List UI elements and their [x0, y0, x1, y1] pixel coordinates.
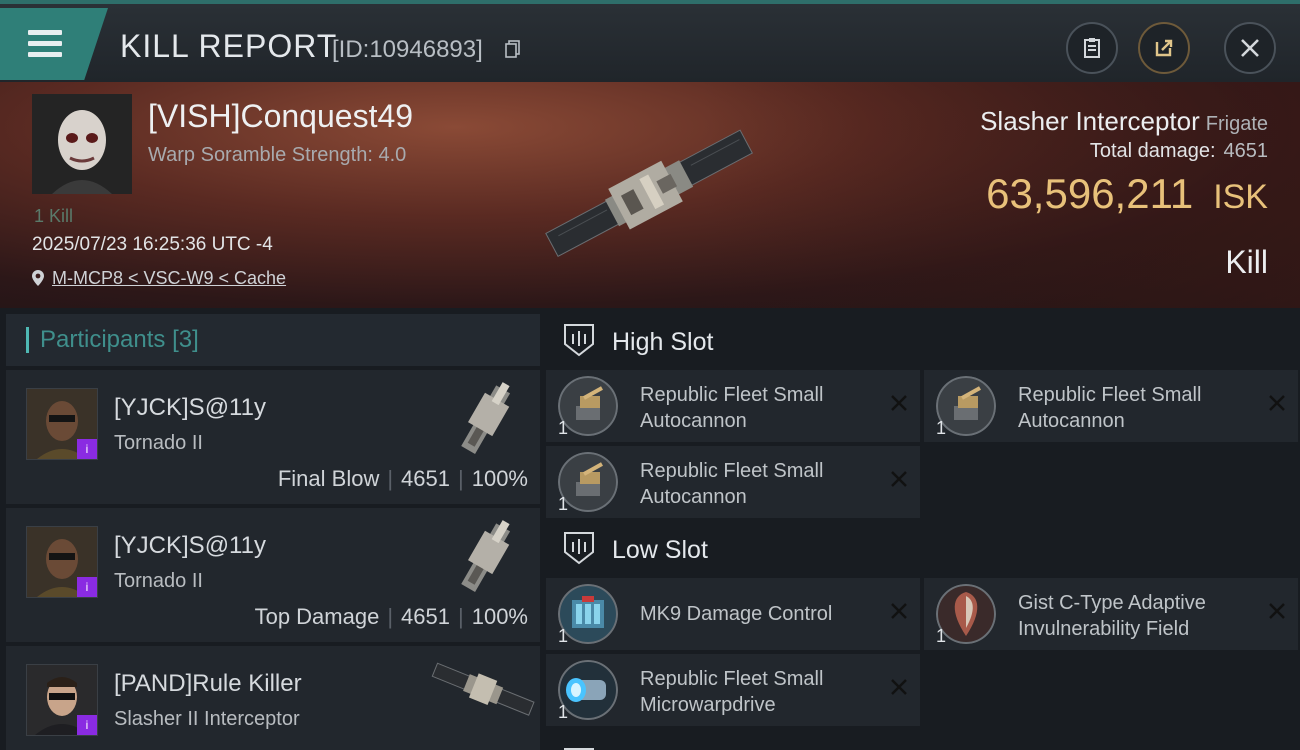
module-item[interactable]: 1 Republic Fleet Small Autocannon — [546, 370, 920, 442]
participant-name[interactable]: [PAND]Rule Killer — [114, 670, 302, 698]
total-damage-label: Total damage: — [1089, 140, 1216, 162]
module-name: Republic Fleet Small Autocannon — [640, 460, 824, 508]
menu-icon — [28, 30, 62, 58]
module-quantity: 1 — [936, 418, 947, 438]
remove-x-icon[interactable] — [1266, 600, 1288, 622]
module-quantity: 1 — [558, 702, 569, 722]
copy-icon[interactable] — [505, 40, 521, 58]
kill-timestamp: 2025/07/23 16:25:36 UTC -4 — [32, 234, 273, 255]
close-button[interactable] — [1224, 22, 1276, 74]
low-slot-title: Low Slot — [612, 536, 708, 564]
module-name: Republic Fleet Small Microwarpdrive — [640, 668, 824, 716]
module-quantity: 1 — [558, 418, 569, 438]
participant-percent: 100% — [471, 604, 528, 629]
participant-row[interactable]: i [YJCK]S@11y Tornado II Top Damage | 4651… — [6, 508, 540, 642]
high-slot-title: High Slot — [612, 328, 714, 356]
ship-name: Slasher Interceptor — [980, 106, 1200, 136]
slot-icon — [564, 532, 594, 565]
remove-x-icon[interactable] — [888, 468, 910, 490]
pilot-badge-icon: i — [77, 439, 97, 459]
top-bar: KILL REPORT [ID:10946893] — [0, 0, 1300, 82]
report-id: [ID:10946893] — [332, 36, 483, 63]
participant-stats: Top Damage | 4651 | 100% — [254, 604, 528, 629]
location-text: M-MCP8 < VSC-W9 < Cache — [52, 268, 287, 288]
victim-banner: [VISH]Conquest49 Warp Soramble Strength:… — [0, 82, 1300, 308]
total-damage-value: 4651 — [1223, 140, 1269, 162]
avatar[interactable]: i — [26, 526, 98, 598]
total-damage: Total damage: 4651 — [1090, 140, 1268, 163]
participants-count: [3] — [172, 326, 199, 353]
participants-header: Participants [3] — [6, 314, 540, 366]
module-item[interactable]: 1 MK9 Damage Control — [546, 578, 920, 650]
remove-x-icon[interactable] — [888, 676, 910, 698]
clipboard-button[interactable] — [1066, 22, 1118, 74]
fittings-panel: High Slot 1 Republic Fleet Small Autocann… — [546, 314, 1300, 750]
participant-ship-image — [461, 382, 511, 454]
menu-button[interactable] — [0, 8, 108, 80]
remove-x-icon[interactable] — [888, 600, 910, 622]
isk-unit: ISK — [1213, 178, 1268, 216]
participant-role: Final Blow — [277, 466, 380, 491]
remove-x-icon[interactable] — [1266, 392, 1288, 414]
participant-ship-image — [431, 662, 535, 716]
participant-percent: 100% — [471, 466, 528, 491]
participant-stats: Final Blow | 4651 | 100% — [277, 466, 528, 491]
module-item[interactable]: 1 Republic Fleet Small Autocannon — [924, 370, 1298, 442]
participant-name[interactable]: [YJCK]S@11y — [114, 394, 266, 422]
slot-icon — [564, 748, 594, 750]
next-slot-header — [546, 738, 1300, 750]
close-icon — [1241, 39, 1259, 57]
participant-ship: Slasher II Interceptor — [114, 708, 300, 730]
module-name: Republic Fleet Small Autocannon — [1018, 384, 1202, 432]
page-title: KILL REPORT — [120, 28, 338, 64]
pilot-badge-icon: i — [77, 715, 97, 735]
participant-ship-image — [461, 520, 511, 592]
participant-damage: 4651 — [401, 466, 450, 491]
ship-class: Frigate — [1205, 113, 1268, 135]
module-name: Gist C-Type Adaptive Invulnerability Fiel… — [1018, 592, 1206, 640]
clipboard-icon — [1084, 38, 1100, 58]
participant-row[interactable]: i [YJCK]S@11y Tornado II Final Blow | 4651… — [6, 370, 540, 504]
pilot-badge-icon: i — [77, 577, 97, 597]
share-button[interactable] — [1138, 22, 1190, 74]
participant-row[interactable]: i [PAND]Rule Killer Slasher II Intercept… — [6, 646, 540, 750]
participant-ship: Tornado II — [114, 570, 203, 592]
low-slot-header: Low Slot — [546, 522, 1300, 578]
slot-icon — [564, 324, 594, 357]
isk-value: 63,596,211 — [986, 170, 1194, 217]
module-name: MK9 Damage Control — [640, 603, 833, 625]
module-name: Republic Fleet Small Autocannon — [640, 384, 824, 432]
victim-ship-name[interactable]: Slasher Interceptor Frigate — [980, 106, 1268, 137]
location-link[interactable]: M-MCP8 < VSC-W9 < Cache — [32, 268, 286, 289]
module-quantity: 1 — [936, 626, 947, 646]
participant-name[interactable]: [YJCK]S@11y — [114, 532, 266, 560]
location-pin-icon — [32, 270, 44, 286]
victim-name[interactable]: [VISH]Conquest49 — [148, 98, 413, 135]
avatar[interactable]: i — [26, 664, 98, 736]
kill-count: 1 Kill — [34, 206, 74, 226]
module-quantity: 1 — [558, 494, 569, 514]
module-item[interactable]: 1 Gist C-Type Adaptive Invulnerability Fi… — [924, 578, 1298, 650]
participant-ship: Tornado II — [114, 432, 203, 454]
module-item[interactable]: 1 Republic Fleet Small Microwarpdrive — [546, 654, 920, 726]
participants-title: Participants [3] — [40, 326, 199, 353]
isk-row: 63,596,211 ISK — [986, 170, 1268, 218]
warp-strength: Warp Soramble Strength: 4.0 — [148, 144, 407, 166]
victim-portrait[interactable] — [32, 94, 132, 194]
remove-x-icon[interactable] — [888, 392, 910, 414]
participants-panel: Participants [3] i [YJCK]S@11y Tornado I… — [6, 314, 540, 750]
kill-report-screen: KILL REPORT [ID:10946893] [VISH]Conquest… — [0, 0, 1300, 750]
high-slot-header: High Slot — [546, 314, 1300, 370]
avatar[interactable]: i — [26, 388, 98, 460]
victim-ship-image[interactable] — [520, 110, 780, 280]
participant-role: Top Damage — [254, 604, 380, 629]
result-label: Kill — [1225, 244, 1268, 280]
module-item[interactable]: 1 Republic Fleet Small Autocannon — [546, 446, 920, 518]
share-icon — [1155, 39, 1173, 57]
participant-damage: 4651 — [401, 604, 450, 629]
module-quantity: 1 — [558, 626, 569, 646]
